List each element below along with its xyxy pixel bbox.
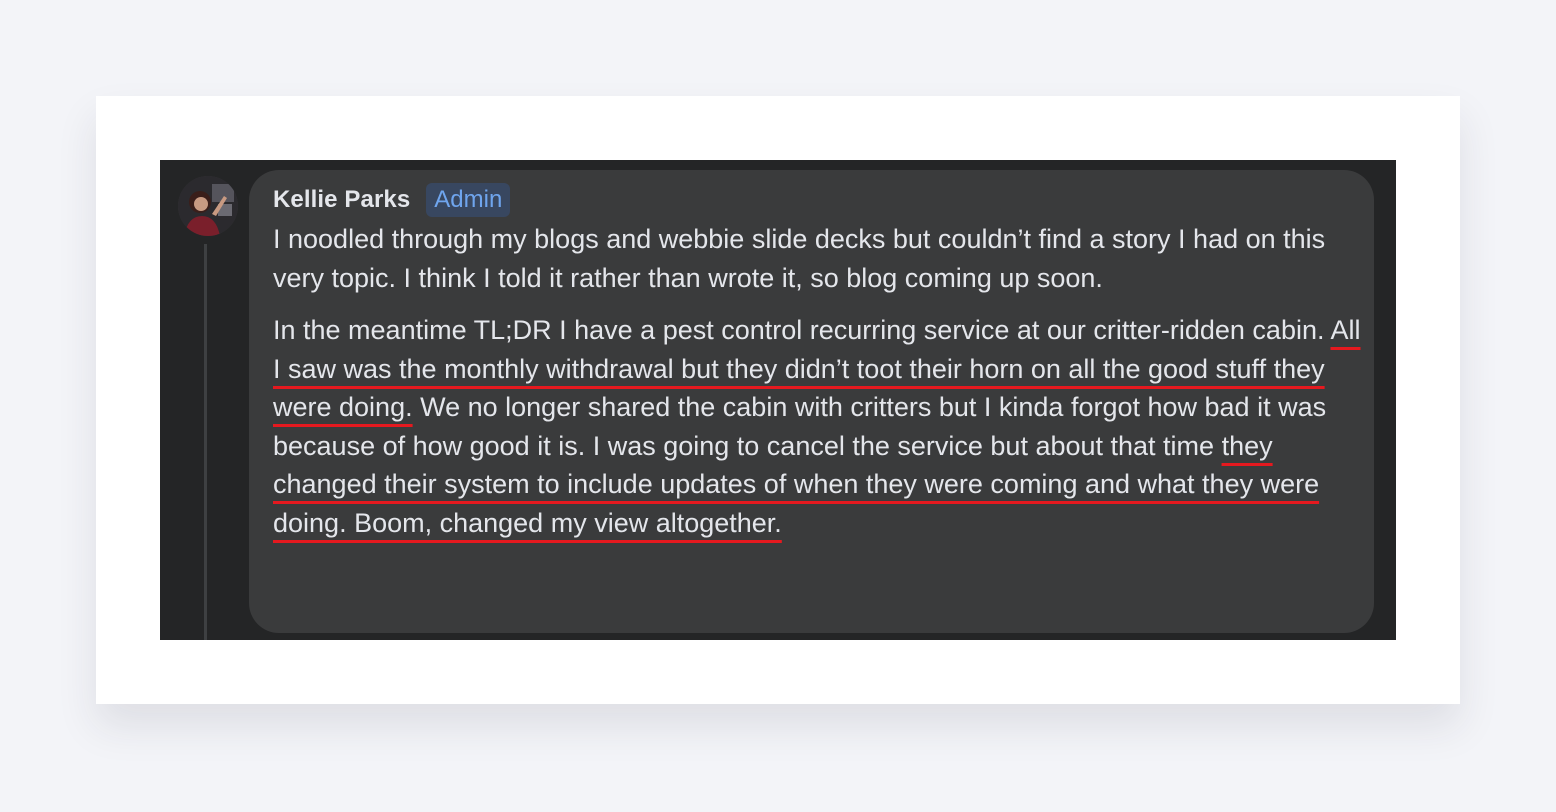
comment-header: Kellie Parks Admin — [273, 180, 511, 220]
admin-badge: Admin — [426, 183, 511, 217]
paragraph-2-text-2: We no longer shared the cabin with critt… — [273, 392, 1327, 461]
comment-bubble: Kellie Parks Admin I noodled through my … — [249, 170, 1374, 633]
thread-line — [204, 244, 207, 640]
comment-body: I noodled through my blogs and webbie sl… — [273, 220, 1363, 542]
comment-screenshot: Kellie Parks Admin I noodled through my … — [160, 160, 1396, 640]
paragraph-2-text-1: In the meantime TL;DR I have a pest cont… — [273, 315, 1331, 345]
comment-paragraph-1: I noodled through my blogs and webbie sl… — [273, 224, 1326, 293]
avatar[interactable] — [178, 176, 238, 236]
author-name[interactable]: Kellie Parks — [273, 186, 410, 214]
profile-photo-icon — [178, 176, 238, 236]
comment-paragraph-2: In the meantime TL;DR I have a pest cont… — [273, 311, 1363, 542]
